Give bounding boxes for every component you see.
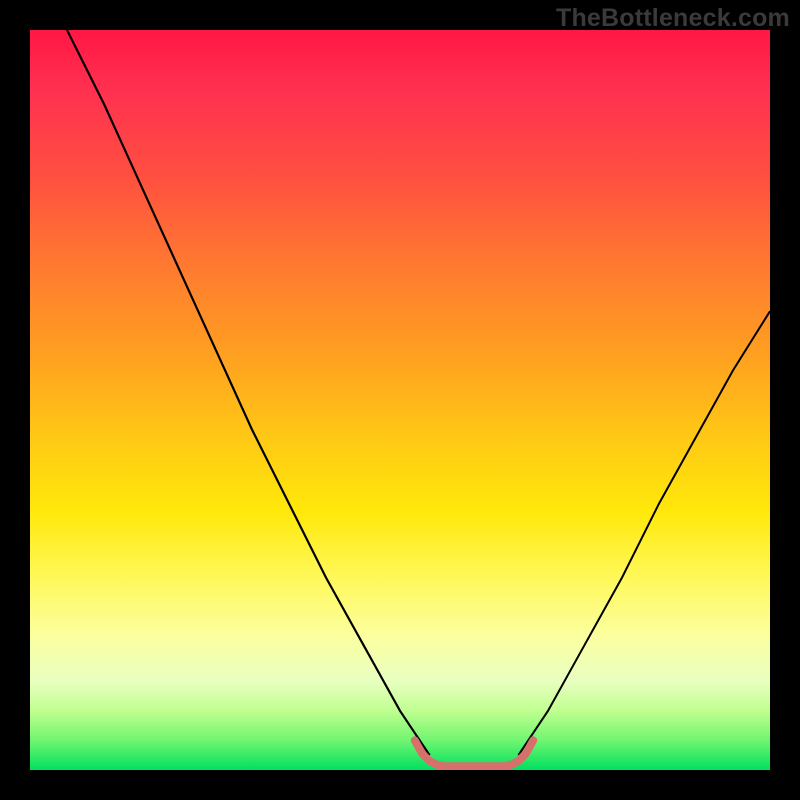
chart-frame: TheBottleneck.com <box>0 0 800 800</box>
curve-right <box>518 311 770 755</box>
bottom-bracket <box>415 740 533 766</box>
curve-left <box>67 30 430 755</box>
plot-area <box>30 30 770 770</box>
watermark-text: TheBottleneck.com <box>556 4 790 33</box>
plot-svg <box>30 30 770 770</box>
